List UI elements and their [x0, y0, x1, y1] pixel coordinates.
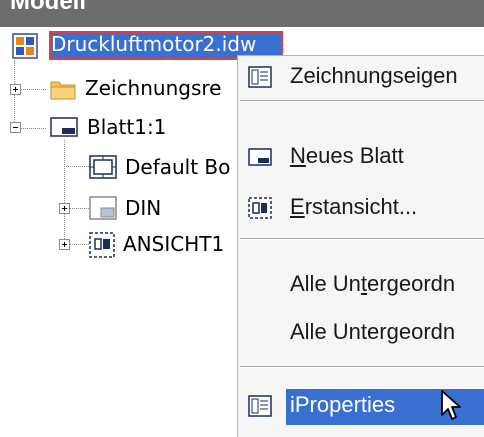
mouse-cursor-icon: [440, 389, 462, 423]
menu-item-all-children-2[interactable]: Alle Untergeordn: [238, 314, 484, 354]
collapse-minus-icon[interactable]: [10, 122, 21, 133]
sheet-icon: [50, 116, 78, 138]
menu-separator: [240, 238, 484, 240]
tree-connector: [64, 166, 89, 167]
tree-connector: [64, 140, 65, 245]
menu-item-label: Alle Untergeordn: [290, 271, 456, 296]
properties-icon: [248, 395, 272, 417]
expand-plus-icon[interactable]: [59, 203, 70, 214]
menu-item-label: Alle Untergeordn: [290, 319, 456, 344]
menu-item-label: Neues Blatt: [290, 143, 404, 168]
tree-item-label: Default Bo: [125, 155, 231, 179]
title-block-icon: [89, 196, 117, 220]
sheet-icon: [248, 146, 272, 168]
expand-plus-icon[interactable]: [10, 84, 21, 95]
base-view-icon: [89, 232, 115, 258]
application-window: Modell Druckluftmotor2.idw Zeichnungsre …: [0, 0, 484, 437]
tree-item-label: ANSICHT1: [123, 232, 225, 256]
tree-connector: [14, 60, 15, 130]
drawing-file-icon: [12, 33, 38, 59]
properties-icon: [248, 66, 272, 88]
panel-title: Modell: [10, 0, 86, 15]
menu-item-label: Zeichnungseigen: [290, 63, 458, 88]
menu-separator: [240, 100, 484, 102]
folder-icon: [50, 77, 76, 101]
tree-item-label: Druckluftmotor2.idw: [51, 32, 257, 56]
base-view-icon: [248, 197, 272, 219]
tree-item-label: DIN: [125, 196, 162, 220]
context-menu: Zeichnungseigen Neues Blatt Erstansicht.…: [237, 55, 484, 437]
tree-item-label: Blatt1:1: [87, 115, 167, 139]
border-icon: [89, 155, 117, 179]
browser-panel-header: Modell: [0, 0, 484, 27]
expand-plus-icon[interactable]: [59, 239, 70, 250]
menu-separator: [240, 366, 484, 368]
tree-item-label: Zeichnungsre: [85, 76, 222, 100]
menu-item-all-children-1[interactable]: Alle Untergeordn: [238, 266, 484, 306]
menu-item-drawing-properties[interactable]: Zeichnungseigen: [238, 58, 484, 98]
menu-item-new-sheet[interactable]: Neues Blatt: [238, 138, 484, 178]
menu-item-base-view[interactable]: Erstansicht...: [238, 189, 484, 229]
menu-item-label: Erstansicht...: [290, 194, 418, 219]
menu-item-label: iProperties: [290, 392, 396, 417]
